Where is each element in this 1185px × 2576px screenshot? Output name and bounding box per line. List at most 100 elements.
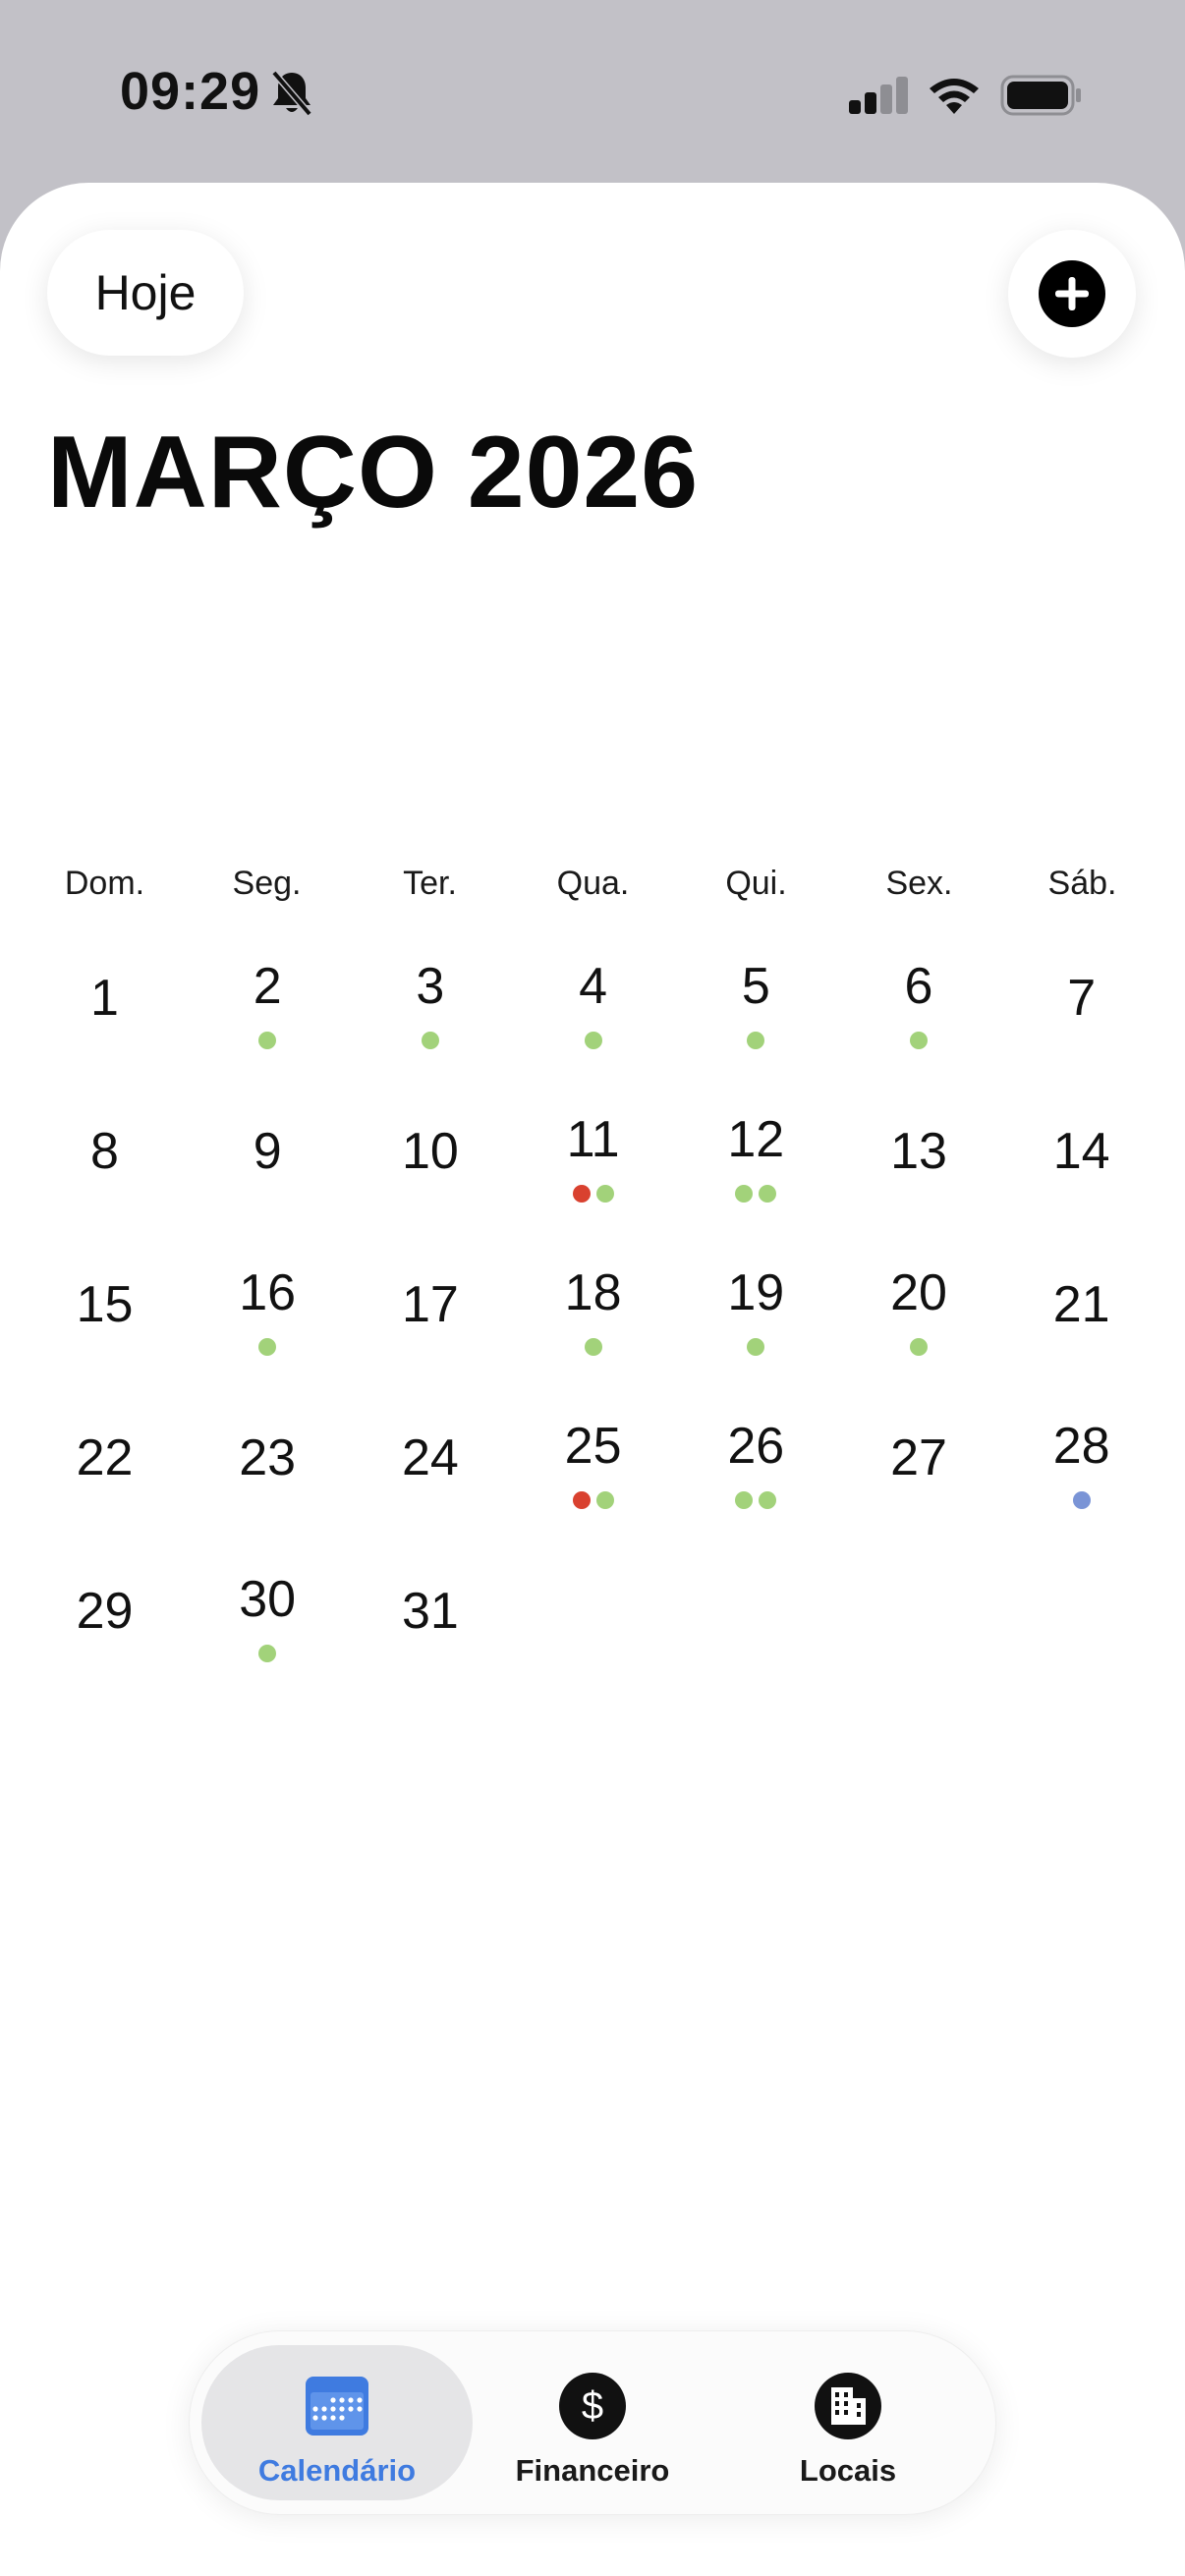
plus-icon [1039,260,1105,327]
event-dot [735,1491,754,1509]
day-number: 29 [76,1583,134,1640]
event-indicators [512,1032,674,1049]
day-number: 2 [253,958,282,1015]
event-indicators [675,1032,837,1049]
day-number: 25 [564,1418,622,1475]
weekday-label: Dom. [64,865,145,902]
event-dot [759,1491,777,1509]
event-indicators [349,1032,511,1049]
svg-text:$: $ [582,2384,603,2428]
day-number: 19 [727,1264,785,1321]
calendar-day[interactable]: 7 [1000,924,1162,1077]
event-indicators [187,1032,349,1049]
event-dot [735,1185,754,1203]
calendar-day[interactable]: 29 [24,1537,186,1690]
calendar-day[interactable]: 31 [349,1537,511,1690]
weekday-label: Seg. [232,865,302,902]
day-number: 6 [904,958,933,1015]
event-indicators [675,1338,837,1356]
tab-label: Locais [799,2453,897,2488]
calendar-day[interactable]: 26 [675,1383,837,1537]
calendar-day[interactable]: 13 [838,1077,1000,1230]
day-number: 8 [90,1123,119,1180]
day-number: 24 [401,1429,459,1486]
day-number: 14 [1052,1123,1110,1180]
today-button[interactable]: Hoje [47,230,244,356]
dollar-icon: $ [559,2373,626,2439]
calendar-day[interactable]: 12 [675,1077,837,1230]
tab-calendario[interactable]: Calendário [201,2345,473,2500]
day-number: 20 [890,1264,947,1321]
event-dot [910,1338,928,1356]
calendar-day[interactable]: 8 [24,1077,186,1230]
calendar-day[interactable]: 2 [187,924,349,1077]
calendar-day[interactable]: 3 [349,924,511,1077]
day-number: 18 [564,1264,622,1321]
event-dot [747,1032,765,1049]
tab-label: Financeiro [515,2453,670,2488]
day-number: 15 [76,1276,134,1333]
calendar-day[interactable]: 27 [838,1383,1000,1537]
weekday-label: Qui. [725,865,787,902]
day-number: 27 [890,1429,947,1486]
calendar-day[interactable]: 14 [1000,1077,1162,1230]
weekday-label: Sáb. [1047,865,1117,902]
weekday-label: Ter. [403,865,457,902]
calendar-day[interactable]: 28 [1000,1383,1162,1537]
calendar-day[interactable]: 15 [24,1230,186,1383]
calendar-day[interactable]: 19 [675,1230,837,1383]
weekday-header: Dom. Seg. Ter. Qua. Qui. Sex. Sáb. [24,865,1163,924]
event-indicators [838,1338,1000,1356]
tab-financeiro[interactable]: $ Financeiro [457,2345,728,2500]
day-number: 11 [566,1111,620,1168]
calendar-day[interactable]: 23 [187,1383,349,1537]
event-indicators [512,1185,674,1203]
calendar-day[interactable]: 5 [675,924,837,1077]
calendar-day[interactable]: 24 [349,1383,511,1537]
event-indicators [187,1338,349,1356]
calendar-day[interactable]: 4 [512,924,674,1077]
event-dot [258,1338,277,1356]
day-number: 9 [253,1123,282,1180]
calendar-day[interactable]: 30 [187,1537,349,1690]
day-number: 31 [401,1583,459,1640]
tab-bar: Calendário $ Financeiro Locais [189,2330,996,2515]
calendar-day[interactable]: 17 [349,1230,511,1383]
day-number: 30 [239,1571,297,1628]
day-number: 3 [416,958,445,1015]
month-title: MARÇO 2026 [47,416,700,530]
calendar-day[interactable]: 6 [838,924,1000,1077]
calendar-icon [306,2377,368,2436]
calendar-day[interactable]: 22 [24,1383,186,1537]
day-number: 16 [239,1264,297,1321]
calendar-day[interactable]: 20 [838,1230,1000,1383]
day-number: 17 [401,1276,459,1333]
event-indicators [675,1185,837,1203]
event-indicators [512,1338,674,1356]
day-number: 21 [1052,1276,1110,1333]
building-icon [815,2373,881,2439]
tab-locais[interactable]: Locais [712,2345,984,2500]
event-indicators [838,1032,1000,1049]
day-number: 1 [90,970,119,1027]
day-number: 23 [239,1429,297,1486]
event-dot [910,1032,928,1049]
day-number: 7 [1067,970,1097,1027]
calendar-grid: 1 2 3 4 5 6 7 8 9 10 11 12 13 14 15 16 17 18 19 20 21 22 23 24 2… [24,924,1163,1847]
add-event-button[interactable] [1008,230,1136,358]
cellular-signal-icon [849,77,908,114]
calendar-day[interactable]: 11 [512,1077,674,1230]
event-dot [258,1645,277,1662]
day-number: 28 [1052,1418,1110,1475]
wifi-icon [930,79,979,114]
status-bar: 09:29 [0,0,1185,183]
bell-slash-icon [271,70,312,117]
calendar-day[interactable]: 1 [24,924,186,1077]
calendar-day[interactable]: 10 [349,1077,511,1230]
calendar-day[interactable]: 25 [512,1383,674,1537]
calendar-day[interactable]: 21 [1000,1230,1162,1383]
event-indicators [512,1491,674,1509]
calendar-day[interactable]: 9 [187,1077,349,1230]
calendar-day[interactable]: 18 [512,1230,674,1383]
calendar-day[interactable]: 16 [187,1230,349,1383]
